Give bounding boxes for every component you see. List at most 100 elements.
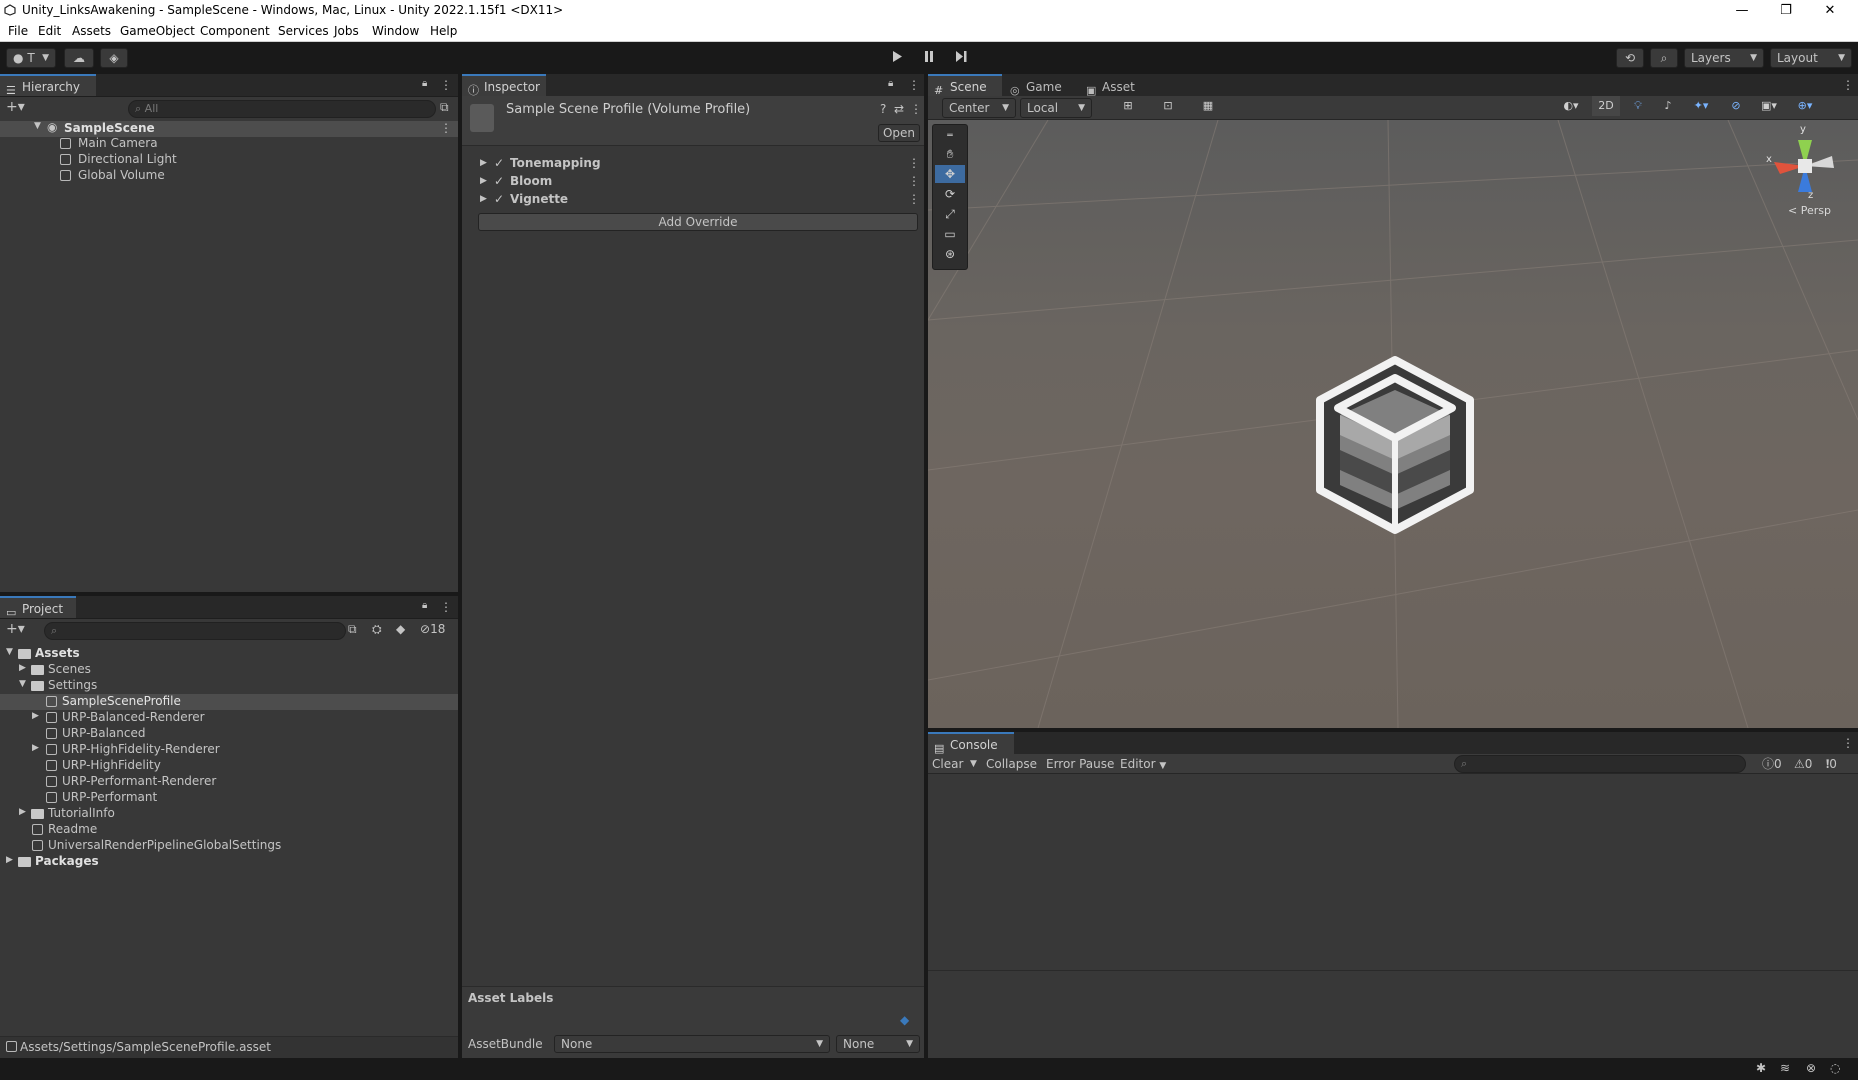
create-asset-button[interactable]: +▾ bbox=[6, 621, 25, 637]
effects-toggle-icon[interactable]: ✦▾ bbox=[1686, 96, 1716, 116]
tree-item-urp-balanced[interactable]: URP-Balanced bbox=[62, 726, 145, 740]
override-menu-icon[interactable]: ⋮ bbox=[908, 156, 920, 170]
tree-item-readme[interactable]: Readme bbox=[48, 822, 97, 836]
override-bloom[interactable]: Bloom bbox=[510, 174, 552, 188]
hierarchy-search-input[interactable]: ⌕ All bbox=[128, 100, 436, 118]
override-menu-icon[interactable]: ⋮ bbox=[908, 174, 920, 188]
override-vignette[interactable]: Vignette bbox=[510, 192, 568, 206]
step-button[interactable] bbox=[947, 48, 975, 68]
console-search-input[interactable]: ⌕ bbox=[1454, 755, 1746, 773]
lock-icon[interactable]: 🔒︎ bbox=[422, 600, 427, 611]
menu-file[interactable]: File bbox=[8, 24, 28, 38]
collab-button[interactable]: ◈ bbox=[100, 48, 128, 68]
menu-help[interactable]: Help bbox=[430, 24, 457, 38]
collapse-arrow-icon[interactable]: ▶ bbox=[19, 663, 26, 673]
menu-assets[interactable]: Assets bbox=[72, 24, 111, 38]
more-options-icon[interactable]: ⋮ bbox=[910, 102, 922, 116]
tree-item-urp-performant[interactable]: URP-Performant bbox=[62, 790, 157, 804]
tree-item-scenes[interactable]: Scenes bbox=[48, 662, 91, 676]
network-icon[interactable]: ⊗ bbox=[1806, 1061, 1816, 1075]
tab-project[interactable]: ▭ Project bbox=[0, 596, 76, 619]
progress-layers-icon[interactable]: ≋ bbox=[1780, 1061, 1790, 1075]
perspective-label[interactable]: < Persp bbox=[1788, 204, 1831, 217]
account-dropdown[interactable]: ● T ▼ bbox=[6, 48, 56, 68]
override-menu-icon[interactable]: ⋮ bbox=[908, 192, 920, 206]
pivot-center-dropdown[interactable]: Center ▼ bbox=[942, 98, 1016, 118]
pause-button[interactable] bbox=[915, 48, 943, 68]
assetbundle-dropdown[interactable]: None ▼ bbox=[554, 1035, 830, 1053]
more-options-icon[interactable]: ⋮ bbox=[440, 600, 452, 614]
close-button[interactable]: ✕ bbox=[1808, 2, 1852, 20]
menu-edit[interactable]: Edit bbox=[38, 24, 61, 38]
collapse-arrow-icon[interactable]: ▶ bbox=[480, 176, 487, 186]
preset-icon[interactable]: ⇄ bbox=[894, 102, 904, 116]
tab-game[interactable]: ◎ Game bbox=[1004, 74, 1080, 97]
label-tag-icon[interactable]: ◆ bbox=[900, 1013, 909, 1027]
hierarchy-item-directional-light[interactable]: Directional Light bbox=[78, 152, 177, 166]
menu-services[interactable]: Services bbox=[278, 24, 329, 38]
camera-settings-icon[interactable]: ▣▾ bbox=[1754, 96, 1784, 116]
menu-component[interactable]: Component bbox=[200, 24, 270, 38]
lock-icon[interactable]: 🔒︎ bbox=[888, 78, 893, 89]
hand-tool-icon[interactable]: ✋︎ bbox=[935, 145, 965, 163]
search-button[interactable]: ⌕ bbox=[1650, 48, 1678, 68]
create-button[interactable]: +▾ bbox=[6, 99, 25, 115]
editor-dropdown[interactable]: Editor ▼ bbox=[1120, 754, 1166, 774]
more-options-icon[interactable]: ⋮ bbox=[1842, 78, 1854, 92]
warning-toggle[interactable]: ⚠0 bbox=[1794, 754, 1812, 774]
move-tool-icon[interactable]: ✥ bbox=[935, 165, 965, 183]
expand-arrow-icon[interactable]: ▼ bbox=[34, 121, 41, 131]
increment-snap-icon[interactable]: ⊡ bbox=[1158, 96, 1178, 116]
tab-asset-store[interactable]: ▣ Asset Store bbox=[1080, 74, 1180, 116]
collapse-arrow-icon[interactable]: ▶ bbox=[6, 855, 13, 865]
tree-item-urp-global-settings[interactable]: UniversalRenderPipelineGlobalSettings bbox=[48, 838, 281, 852]
search-by-type-icon[interactable]: ⧉ bbox=[348, 622, 357, 637]
audio-toggle-icon[interactable]: ♪ bbox=[1656, 96, 1680, 116]
enable-checkbox[interactable]: ✓ bbox=[494, 174, 504, 188]
collapse-arrow-icon[interactable]: ▶ bbox=[32, 743, 39, 753]
more-options-icon[interactable]: ⋮ bbox=[440, 78, 452, 92]
more-options-icon[interactable]: ⋮ bbox=[1842, 736, 1854, 750]
toggle-2d-button[interactable]: 2D bbox=[1592, 96, 1620, 116]
scene-menu-icon[interactable]: ⋮ bbox=[440, 121, 452, 135]
restore-button[interactable]: ❐ bbox=[1764, 2, 1808, 20]
hierarchy-item-main-camera[interactable]: Main Camera bbox=[78, 136, 158, 150]
log-toggle[interactable]: ⓘ0 bbox=[1762, 754, 1782, 774]
scene-visibility-icon[interactable]: ⊘ bbox=[1724, 96, 1748, 116]
lock-icon[interactable]: 🔒︎ bbox=[422, 78, 427, 89]
override-tonemapping[interactable]: Tonemapping bbox=[510, 156, 601, 170]
collapse-arrow-icon[interactable]: ▶ bbox=[480, 158, 487, 168]
expand-arrow-icon[interactable]: ▼ bbox=[6, 647, 13, 657]
undo-history-button[interactable]: ⟲ bbox=[1616, 48, 1644, 68]
tree-item-samplesceneprofile[interactable]: SampleSceneProfile bbox=[62, 694, 181, 708]
layout-dropdown[interactable]: Layout ▼ bbox=[1770, 48, 1852, 68]
bug-icon[interactable]: ✱ bbox=[1756, 1061, 1766, 1075]
transform-tool-icon[interactable]: ⊛ bbox=[935, 245, 965, 263]
rotate-tool-icon[interactable]: ⟳ bbox=[935, 185, 965, 203]
search-by-label-icon[interactable]: ⛭ bbox=[372, 622, 382, 637]
grid-snap-icon[interactable]: ⊞ bbox=[1118, 96, 1138, 116]
tree-item-urp-balanced-renderer[interactable]: URP-Balanced-Renderer bbox=[62, 710, 205, 724]
lighting-toggle-icon[interactable]: 💡︎ bbox=[1626, 96, 1650, 116]
minimize-button[interactable]: — bbox=[1720, 2, 1764, 20]
menu-jobs[interactable]: Jobs bbox=[334, 24, 359, 38]
cloud-button[interactable]: ☁ bbox=[64, 48, 94, 68]
clear-options-dropdown[interactable]: ▼ bbox=[970, 754, 977, 774]
tree-item-urp-highfidelity-renderer[interactable]: URP-HighFidelity-Renderer bbox=[62, 742, 220, 756]
tree-item-tutorialinfo[interactable]: TutorialInfo bbox=[48, 806, 115, 820]
play-button[interactable] bbox=[883, 48, 911, 68]
tree-item-assets[interactable]: Assets bbox=[35, 646, 80, 660]
favorite-icon[interactable]: ◆ bbox=[396, 622, 405, 636]
open-button[interactable]: Open bbox=[878, 124, 920, 142]
menu-window[interactable]: Window bbox=[372, 24, 419, 38]
grid-visibility-icon[interactable]: ▦ bbox=[1198, 96, 1218, 116]
gizmos-toggle-icon[interactable]: ⊕▾ bbox=[1790, 96, 1820, 116]
scale-tool-icon[interactable]: ⤢ bbox=[935, 205, 965, 223]
hierarchy-item-global-volume[interactable]: Global Volume bbox=[78, 168, 165, 182]
clear-button[interactable]: Clear bbox=[932, 754, 963, 774]
scene-viewport[interactable]: ═ ✋︎ ✥ ⟳ ⤢ ▭ ⊛ y x z < Persp bbox=[928, 120, 1858, 728]
tree-item-urp-highfidelity[interactable]: URP-HighFidelity bbox=[62, 758, 161, 772]
tab-hierarchy[interactable]: ☰ Hierarchy bbox=[0, 74, 96, 97]
menu-gameobject[interactable]: GameObject bbox=[120, 24, 195, 38]
enable-checkbox[interactable]: ✓ bbox=[494, 192, 504, 206]
